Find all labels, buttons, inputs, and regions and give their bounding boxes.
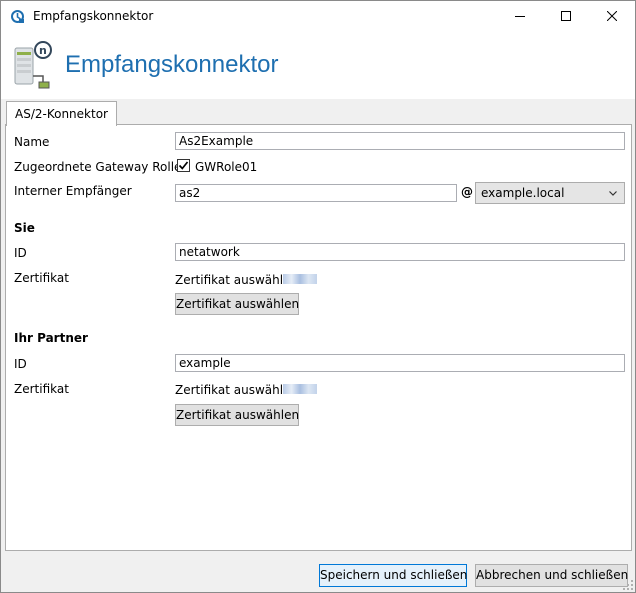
close-icon [607, 11, 617, 21]
cancel-and-close-button[interactable]: Abbrechen und schließen [475, 564, 628, 587]
partner-heading: Ihr Partner [14, 331, 88, 345]
sie-select-certificate-button[interactable]: Zertifikat auswählen [175, 293, 299, 315]
close-button[interactable] [589, 1, 635, 31]
partner-cert-redacted [283, 384, 317, 394]
sie-cert-value: Zertifikat auswählen [175, 273, 299, 287]
sie-heading: Sie [14, 221, 35, 235]
name-input[interactable]: As2Example [175, 132, 625, 150]
domain-select-value: example.local [481, 186, 565, 200]
resize-grip-icon[interactable] [623, 580, 633, 590]
internal-recipient-input[interactable]: as2 [175, 184, 457, 202]
tab-as2-connector[interactable]: AS/2-Konnektor [6, 101, 117, 126]
app-icon [11, 10, 24, 23]
maximize-icon [561, 11, 571, 21]
dialog-header: n Empfangskonnektor [1, 31, 635, 99]
sie-cert-redacted [283, 274, 317, 284]
save-and-close-button[interactable]: Speichern und schließen [319, 564, 467, 587]
title-bar: Empfangskonnektor [1, 1, 635, 31]
gateway-roles-label: Zugeordnete Gateway Rollen [14, 160, 190, 174]
dialog-window: Empfangskonnektor n Empfangskonnektor AS… [0, 0, 636, 593]
chevron-down-icon [609, 191, 617, 196]
partner-id-label: ID [14, 357, 27, 371]
internal-recipient-label: Interner Empfänger [14, 184, 132, 198]
minimize-button[interactable] [497, 1, 543, 31]
header-title: Empfangskonnektor [65, 51, 279, 78]
sie-id-label: ID [14, 246, 27, 260]
partner-select-certificate-button[interactable]: Zertifikat auswählen [175, 404, 299, 426]
gwrole01-label: GWRole01 [195, 160, 258, 174]
at-symbol: @ [461, 185, 473, 199]
window-title: Empfangskonnektor [33, 9, 154, 23]
domain-select[interactable]: example.local [475, 182, 625, 204]
maximize-button[interactable] [543, 1, 589, 31]
server-connector-icon: n [14, 41, 52, 89]
minimize-icon [515, 16, 525, 17]
tab-panel: Name As2Example Zugeordnete Gateway Roll… [5, 124, 632, 551]
checkmark-icon [178, 161, 189, 170]
sie-id-input[interactable]: netatwork [175, 243, 625, 261]
partner-cert-label: Zertifikat [14, 382, 69, 396]
partner-cert-value: Zertifikat auswählen [175, 383, 299, 397]
gwrole01-checkbox[interactable] [177, 159, 190, 172]
partner-id-input[interactable]: example [175, 354, 625, 372]
sie-cert-label: Zertifikat [14, 271, 69, 285]
name-label: Name [14, 135, 50, 149]
svg-text:n: n [39, 44, 47, 57]
